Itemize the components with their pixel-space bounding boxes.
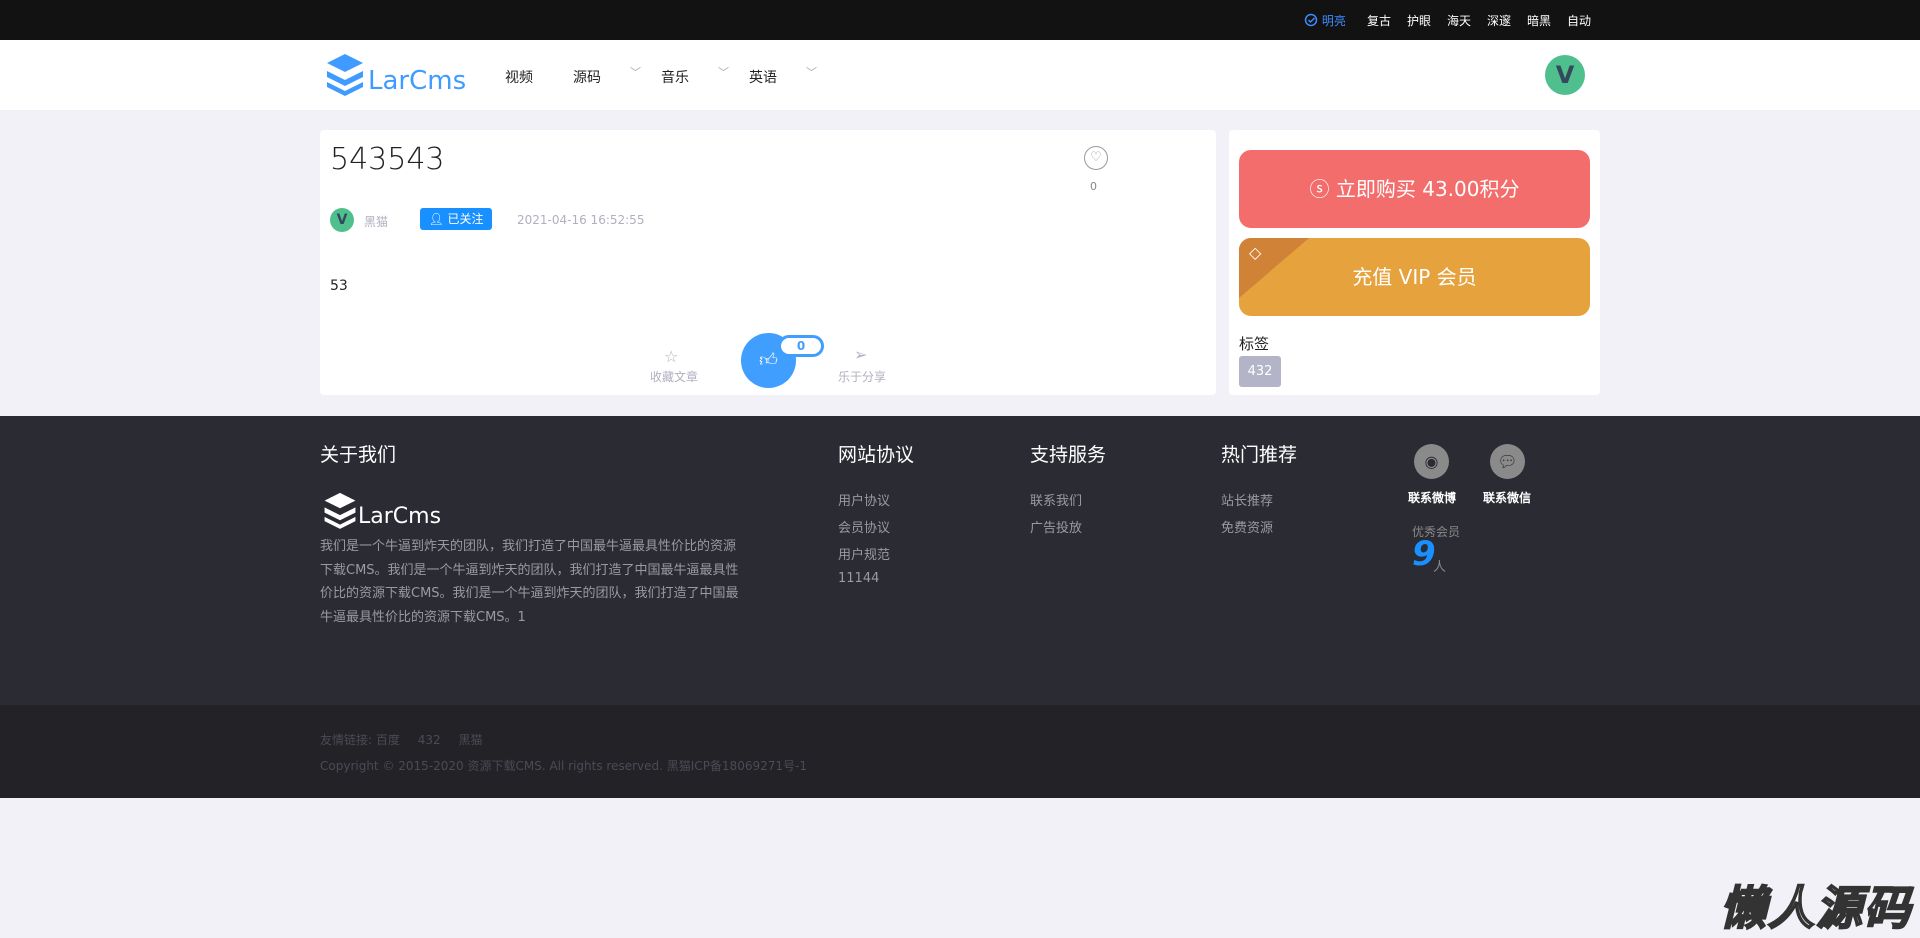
author-avatar[interactable]: V [330, 208, 354, 232]
theme-option-auto[interactable]: 自动 [1567, 12, 1591, 29]
follow-label: 已关注 [447, 212, 484, 226]
layers-icon [327, 54, 363, 96]
chevron-down-icon[interactable]: ﹀ [718, 64, 729, 80]
footer-col-title: 热门推荐 [1221, 444, 1298, 466]
buy-label: 立即购买 43.00积分 [1335, 177, 1520, 201]
footer-link[interactable]: 用户规范 [838, 544, 890, 563]
nav-english[interactable]: 英语 [749, 67, 777, 87]
tag[interactable]: 432 [1239, 356, 1281, 387]
user-icon: 👤︎ [428, 212, 444, 226]
weibo-icon[interactable]: ◉ [1414, 444, 1449, 479]
collect-button[interactable]: 收藏文章 [650, 368, 698, 385]
theme-option-deep[interactable]: 深邃 [1487, 12, 1511, 29]
tags-title: 标签 [1239, 335, 1270, 353]
vip-button[interactable]: ◇ 充值 VIP 会员 [1239, 238, 1590, 316]
theme-option-sea[interactable]: 海天 [1447, 12, 1471, 29]
nav-video[interactable]: 视频 [505, 67, 533, 87]
diamond-icon: ◇ [1249, 243, 1262, 262]
coin-icon: ⓢ [1309, 177, 1330, 201]
vip-label: 充值 VIP 会员 [1352, 265, 1477, 289]
friend-link[interactable]: 百度 [376, 733, 400, 747]
footer-col-title: 网站协议 [838, 444, 915, 466]
logo[interactable]: LarCms [324, 52, 466, 96]
footer-logo-text: LarCms [358, 504, 442, 529]
wechat-icon[interactable]: 💬︎ [1490, 444, 1525, 479]
article-title: 543543 [330, 142, 445, 177]
weibo-label[interactable]: 联系微博 [1408, 489, 1456, 506]
about-text: 我们是一个牛逼到炸天的团队，我们打造了中国最牛逼最具性价比的资源下载CMS。我们… [320, 539, 739, 625]
friend-links-label: 友情链接: [320, 733, 373, 747]
follow-button[interactable]: 👤︎ 已关注 [420, 208, 492, 230]
theme-option-dark[interactable]: 暗黑 [1527, 12, 1551, 29]
favorite-count: 0 [1090, 180, 1097, 193]
heart-icon[interactable]: ♡ [1084, 146, 1108, 170]
footer-logo: LarCms [322, 490, 441, 530]
footer-link[interactable]: 广告投放 [1030, 517, 1082, 536]
nav-music[interactable]: 音乐 [661, 67, 689, 87]
send-icon[interactable]: ➢ [854, 345, 867, 364]
members-unit: 人 [1433, 560, 1447, 575]
copyright: Copyright © 2015-2020 资源下载CMS. All right… [320, 759, 807, 773]
footer-link[interactable]: 免费资源 [1221, 517, 1273, 536]
star-icon[interactable]: ☆ [664, 347, 678, 366]
theme-label: 明亮 [1321, 14, 1346, 28]
check-circle-icon [1304, 13, 1318, 27]
friend-link[interactable]: 432 [418, 733, 441, 747]
buy-button[interactable]: ⓢ 立即购买 43.00积分 [1239, 150, 1590, 228]
footer-link[interactable]: 会员协议 [838, 517, 890, 536]
theme-bar: 明亮 复古 护眼 海天 深邃 暗黑 自动 [0, 0, 1920, 40]
footer-link[interactable]: 站长推荐 [1221, 490, 1273, 509]
chevron-down-icon[interactable]: ﹀ [630, 64, 641, 80]
layers-icon [324, 492, 356, 529]
footer-bottom [0, 705, 1920, 798]
logo-text: LarCms [368, 66, 467, 96]
footer-link[interactable]: 11144 [838, 571, 879, 586]
thumbs-up-icon: 👍︎ [759, 350, 778, 371]
nav-source[interactable]: 源码 [573, 67, 601, 87]
chevron-down-icon[interactable]: ﹀ [806, 64, 817, 80]
footer-link[interactable]: 联系我们 [1030, 490, 1082, 509]
footer [0, 416, 1920, 705]
friend-link[interactable]: 黑猫 [458, 733, 482, 747]
footer-col-title: 支持服务 [1030, 444, 1107, 466]
user-avatar[interactable]: V [1545, 55, 1585, 95]
article-card: 543543 ♡ 0 V 黑猫 👤︎ 已关注 2021-04-16 16:52:… [320, 130, 1216, 395]
sidebar-card: ⓢ 立即购买 43.00积分 ◇ 充值 VIP 会员 标签 432 [1229, 130, 1600, 395]
friend-links: 友情链接: 百度 432 黑猫 [320, 731, 482, 748]
article-body: 53 [330, 278, 348, 294]
theme-option-bright[interactable]: 明亮 [1304, 12, 1346, 29]
footer-link[interactable]: 用户协议 [838, 490, 890, 509]
author-name[interactable]: 黑猫 [364, 213, 388, 230]
header: LarCms 视频 源码 ﹀ 音乐 ﹀ 英语 ﹀ V [0, 40, 1920, 110]
like-count: 0 [778, 335, 824, 357]
wechat-label[interactable]: 联系微信 [1483, 489, 1531, 506]
theme-option-eye[interactable]: 护眼 [1407, 12, 1431, 29]
share-button[interactable]: 乐于分享 [838, 368, 886, 385]
footer-about-title: 关于我们 [320, 444, 397, 466]
theme-option-retro[interactable]: 复古 [1367, 12, 1391, 29]
article-date: 2021-04-16 16:52:55 [517, 213, 645, 227]
watermark: 懒人源码 [1719, 880, 1912, 936]
